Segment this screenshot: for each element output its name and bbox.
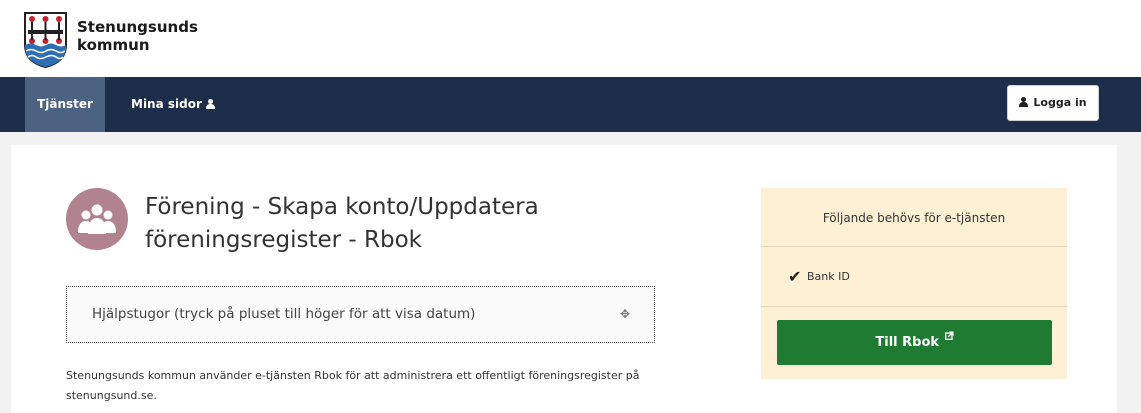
nav-item-label: Tjänster [37, 97, 93, 111]
main-navigation: Tjänster Mina sidor [0, 77, 1141, 132]
user-icon [205, 99, 215, 109]
municipality-logo[interactable]: Stenungsunds kommun [23, 11, 198, 69]
requirement-label: Bank ID [807, 270, 850, 283]
till-rbok-label: Till Rbok [875, 335, 940, 350]
till-rbok-button[interactable]: Till Rbok [777, 320, 1052, 365]
logo-line-2: kommun [77, 36, 150, 54]
intro-text: Stenungsunds kommun använder e-tjänsten … [66, 369, 640, 402]
check-icon: ✔ [788, 267, 802, 286]
help-accordion[interactable]: Hjälpstugor (tryck på pluset till höger … [66, 286, 655, 343]
coat-of-arms-icon [24, 12, 67, 69]
help-accordion-label: Hjälpstugor (tryck på pluset till höger … [92, 306, 476, 322]
nav-item-label: Mina sidor [131, 97, 202, 111]
user-icon [1019, 97, 1029, 107]
requirement-item: ✔ Bank ID [761, 247, 1067, 307]
nav-item-tjanster[interactable]: Tjänster [25, 77, 105, 132]
logo-line-1: Stenungsunds [77, 18, 198, 36]
logo-text: Stenungsunds kommun [77, 18, 198, 54]
login-button[interactable]: Logga in [1007, 85, 1099, 121]
nav-item-mina-sidor[interactable]: Mina sidor [131, 77, 215, 132]
page-title: Förening - Skapa konto/Uppdatera förenin… [145, 194, 539, 253]
plus-icon[interactable]: ✥ [619, 308, 631, 320]
requirements-panel: Följande behövs för e-tjänsten ✔ Bank ID… [761, 188, 1067, 379]
requirements-heading: Följande behövs för e-tjänsten [761, 188, 1067, 247]
external-link-icon [944, 331, 954, 340]
site-header: Stenungsunds kommun [0, 0, 1141, 77]
group-icon [66, 188, 128, 250]
login-label: Logga in [1033, 96, 1087, 109]
